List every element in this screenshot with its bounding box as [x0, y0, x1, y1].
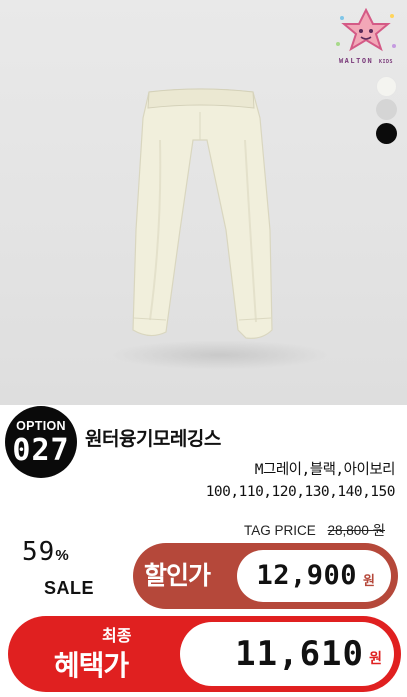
tag-price: TAG PRICE 28,800 원	[244, 519, 385, 539]
final-small-label: 최종	[102, 626, 132, 645]
tag-price-label: TAG PRICE	[244, 523, 316, 538]
product-sizes: 100,110,120,130,140,150	[205, 484, 396, 500]
option-number: 027	[12, 433, 70, 468]
product-title: 원터융기모레깅스	[85, 428, 221, 450]
sale-label: SALE	[44, 578, 95, 598]
swatch-black[interactable]	[376, 123, 397, 144]
brand-sub-text: KIDS	[378, 59, 394, 65]
brand-logo: WALTON KIDS	[330, 7, 402, 70]
brand-name: WALTON KIDS	[330, 57, 402, 65]
option-badge: OPTION 027	[5, 406, 77, 478]
final-price-unit: 원	[369, 651, 382, 667]
discount-symbol: %	[55, 547, 70, 564]
sale-price-unit: 원	[363, 574, 375, 589]
sale-price-pill: 할인가 12,900 원	[133, 543, 398, 609]
final-price-label: 혜택가	[53, 649, 129, 682]
discount-number: 59	[22, 537, 56, 567]
swatch-ivory[interactable]	[376, 76, 397, 97]
discount-rate: 59%	[22, 537, 70, 567]
product-photo: WALTON KIDS	[0, 0, 407, 405]
brand-name-text: WALTON	[338, 57, 374, 65]
swatch-gray[interactable]	[376, 99, 397, 120]
sale-price-label: 할인가	[144, 561, 211, 590]
sale-price-value: 12,900	[256, 560, 357, 591]
star-logo-icon	[336, 7, 396, 52]
final-price-value: 11,610	[235, 634, 364, 674]
sale-price-box: 12,900 원	[237, 550, 391, 602]
tag-price-value: 28,800 원	[327, 523, 385, 538]
final-price-box: 11,610 원	[180, 622, 394, 686]
product-colors: M그레이,블랙,아이보리	[254, 462, 396, 478]
final-price-pill: 최종 혜택가 11,610 원	[8, 616, 401, 692]
option-label: OPTION	[16, 419, 66, 433]
